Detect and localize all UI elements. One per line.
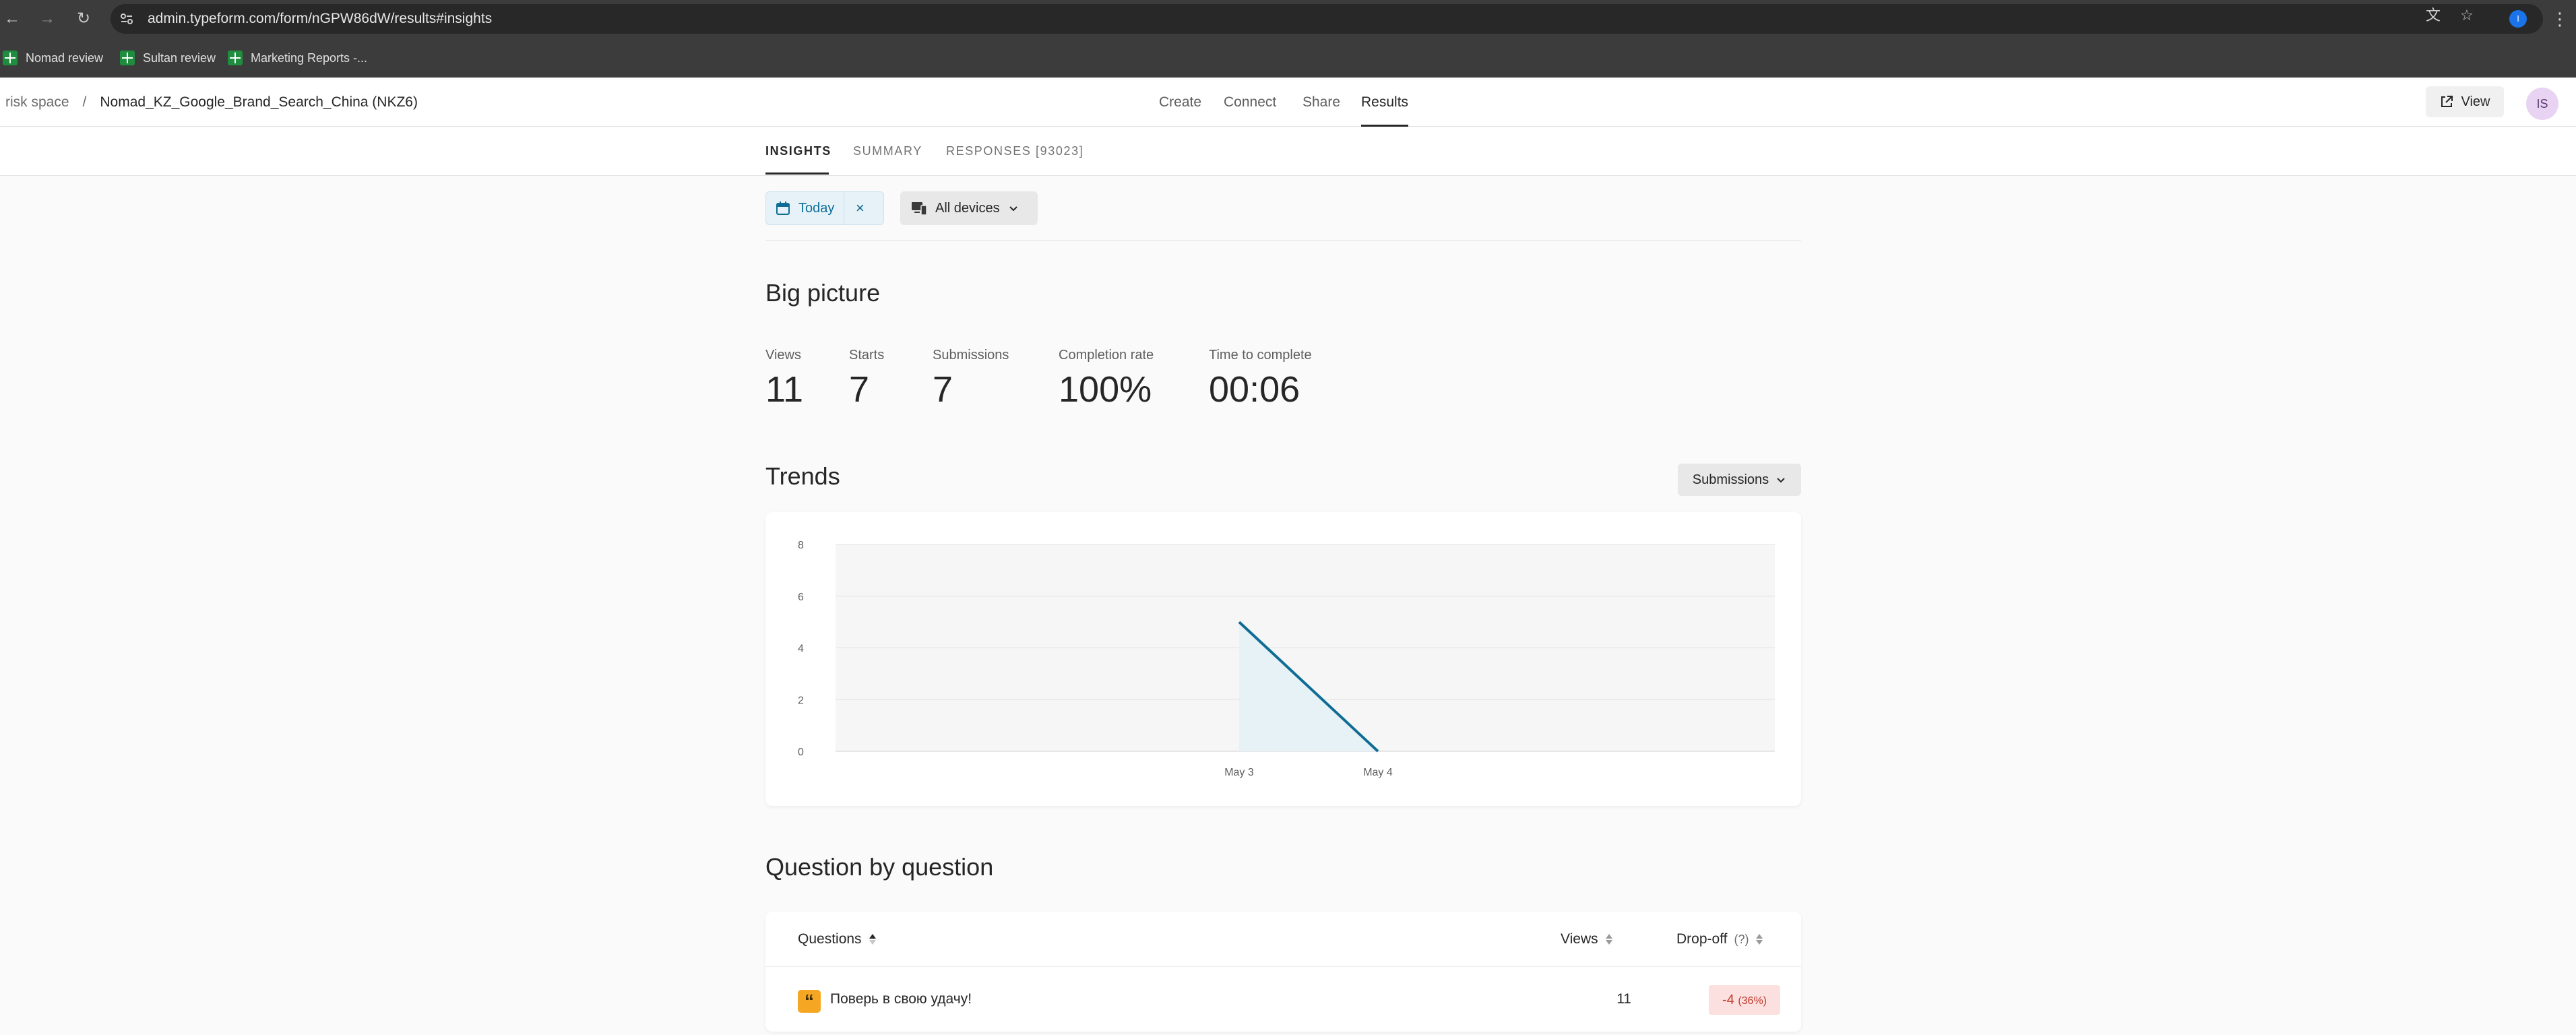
metric-submissions: Submissions 7 — [933, 348, 1009, 410]
view-button[interactable]: View — [2426, 86, 2504, 117]
column-label: Views — [1561, 931, 1598, 947]
question-text: Поверь в свою удачу! — [830, 991, 972, 1007]
site-settings-icon[interactable] — [119, 11, 135, 27]
bookmark-marketing-reports[interactable]: Marketing Reports -... — [228, 38, 367, 77]
y-tick-label: 6 — [798, 592, 804, 603]
sort-icon — [1605, 934, 1613, 945]
metric-label: Completion rate — [1059, 348, 1154, 363]
chevron-down-icon — [1009, 206, 1017, 212]
dropoff-value: -4 — [1722, 993, 1734, 1007]
trends-dropdown-label: Submissions — [1692, 472, 1769, 487]
profile-avatar[interactable]: I — [2509, 10, 2527, 28]
device-filter-dropdown[interactable]: All devices — [900, 191, 1038, 225]
bookmark-sultan-review[interactable]: Sultan review — [120, 38, 216, 77]
questions-column-header[interactable]: Questions — [798, 912, 877, 967]
breadcrumb: risk space / Nomad_KZ_Google_Brand_Searc… — [5, 78, 418, 127]
breadcrumb-separator: / — [82, 94, 87, 110]
y-tick-label: 0 — [798, 747, 804, 758]
bookmark-label: Sultan review — [143, 51, 216, 65]
column-label: Questions — [798, 931, 862, 947]
translate-icon[interactable]: 文 — [2424, 7, 2442, 24]
views-column-header[interactable]: Views — [1561, 912, 1613, 967]
metric-value: 11 — [765, 369, 804, 410]
date-filter-button[interactable]: Today — [766, 192, 844, 224]
back-icon[interactable]: ← — [1, 8, 23, 30]
calendar-icon — [776, 201, 790, 215]
trends-title: Trends — [765, 462, 840, 490]
dropoff-percent: (36%) — [1738, 995, 1767, 1007]
browser-menu-icon[interactable]: ⋮ — [2551, 9, 2569, 28]
url-text[interactable]: admin.typeform.com/form/nGPW86dW/results… — [148, 4, 492, 34]
devices-icon — [912, 202, 927, 216]
metric-completion-rate: Completion rate 100% — [1059, 348, 1154, 410]
metric-value: 7 — [933, 369, 953, 410]
filter-divider-line — [765, 240, 1801, 241]
bookmarks-bar: Nomad review Sultan review Marketing Rep… — [0, 38, 2576, 77]
y-tick-label: 8 — [798, 540, 804, 551]
dropoff-column-header[interactable]: Drop-off (?) — [1676, 912, 1763, 967]
questions-table: Questions Views Drop-off (?) “ Поверь в … — [765, 912, 1801, 1032]
metric-label: Starts — [849, 348, 885, 363]
metric-value: 00:06 — [1209, 369, 1300, 410]
trends-chart-card: 0 2 4 6 8 May 3 May 4 — [765, 512, 1801, 806]
sheets-icon — [3, 51, 18, 65]
browser-toolbar: ← → ↻ admin.typeform.com/form/nGPW86dW/r… — [0, 0, 2576, 38]
trends-metric-dropdown[interactable]: Submissions — [1678, 464, 1801, 496]
big-picture-title: Big picture — [765, 279, 881, 307]
question-by-question-title: Question by question — [765, 853, 994, 881]
metric-views: Views 11 — [765, 348, 803, 410]
results-subtabs: INSIGHTS SUMMARY RESPONSES [93023] — [0, 127, 2576, 176]
nav-active-indicator — [1361, 125, 1408, 127]
question-views: 11 — [1616, 991, 1631, 1007]
metric-starts: Starts 7 — [849, 348, 884, 410]
nav-connect[interactable]: Connect — [1224, 78, 1276, 127]
quote-icon: “ — [798, 990, 821, 1013]
date-filter-label: Today — [798, 200, 835, 216]
bookmark-nomad-review[interactable]: Nomad review — [3, 38, 103, 77]
reload-icon[interactable]: ↻ — [73, 8, 94, 30]
nav-share[interactable]: Share — [1302, 78, 1340, 127]
nav-create[interactable]: Create — [1159, 78, 1201, 127]
metric-value: 7 — [849, 369, 870, 410]
metric-value: 100% — [1059, 369, 1152, 410]
clear-date-filter-button[interactable]: × — [844, 192, 875, 224]
view-label: View — [2461, 94, 2490, 109]
bookmark-label: Marketing Reports -... — [251, 51, 368, 65]
bookmark-label: Nomad review — [26, 51, 104, 65]
sort-icon — [869, 934, 877, 945]
tab-summary[interactable]: SUMMARY — [853, 127, 922, 175]
y-tick-label: 2 — [798, 695, 804, 706]
address-bar[interactable]: admin.typeform.com/form/nGPW86dW/results… — [111, 4, 2543, 34]
table-row[interactable]: “ Поверь в свою удачу! 11 -4 (36%) — [765, 967, 1801, 1032]
metric-label: Submissions — [933, 348, 1009, 363]
app-header: risk space / Nomad_KZ_Google_Brand_Searc… — [0, 78, 2576, 127]
column-label: Drop-off — [1676, 931, 1728, 947]
sheets-icon — [228, 51, 243, 65]
breadcrumb-form-name[interactable]: Nomad_KZ_Google_Brand_Search_China (NKZ6… — [100, 94, 418, 111]
chevron-down-icon — [1777, 478, 1785, 483]
external-link-icon — [2441, 96, 2453, 107]
dropoff-badge: -4 (36%) — [1709, 985, 1780, 1015]
nav-results[interactable]: Results — [1361, 78, 1408, 127]
metric-label: Time to complete — [1209, 348, 1312, 363]
breadcrumb-workspace[interactable]: risk space — [5, 94, 69, 111]
bookmark-star-icon[interactable]: ☆ — [2458, 7, 2476, 24]
metric-time-to-complete: Time to complete 00:06 — [1209, 348, 1312, 410]
metric-label: Views — [765, 348, 801, 363]
sort-icon — [1755, 934, 1763, 945]
date-filter: Today × — [765, 191, 884, 225]
dropoff-help-icon[interactable]: (?) — [1734, 912, 1749, 967]
x-tick-label: May 4 — [1363, 767, 1393, 778]
sheets-icon — [120, 51, 135, 65]
y-tick-label: 4 — [798, 644, 804, 655]
questions-table-header: Questions Views Drop-off (?) — [765, 912, 1801, 967]
tab-insights[interactable]: INSIGHTS — [765, 127, 831, 175]
forward-icon[interactable]: → — [36, 8, 58, 30]
tab-responses[interactable]: RESPONSES [93023] — [946, 127, 1083, 175]
subtab-active-indicator — [765, 172, 829, 175]
x-tick-label: May 3 — [1224, 767, 1254, 778]
user-avatar[interactable]: IS — [2526, 88, 2558, 120]
trends-chart: 0 2 4 6 8 May 3 May 4 — [798, 540, 1775, 778]
device-filter-label: All devices — [935, 200, 1000, 216]
